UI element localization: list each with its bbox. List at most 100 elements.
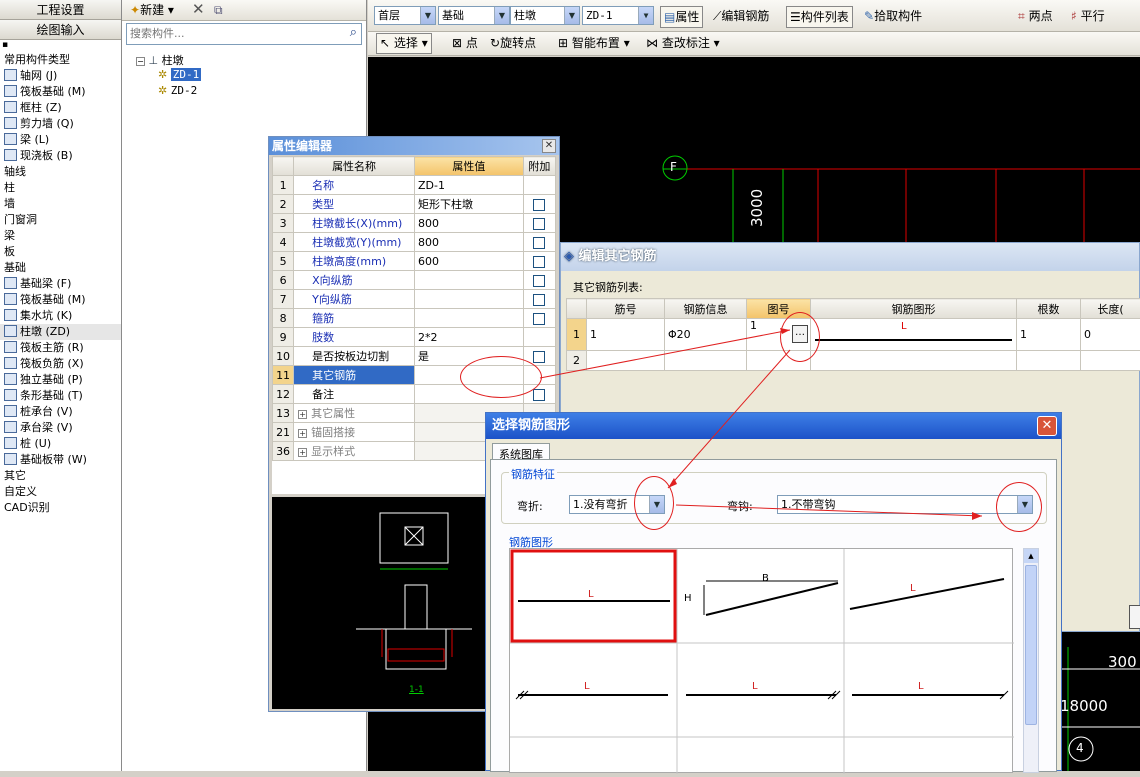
shape-option-3[interactable]	[846, 551, 1012, 641]
nav-item-pier[interactable]: 柱墩 (ZD)	[0, 324, 121, 340]
table-row[interactable]: 2类型矩形下柱墩	[273, 195, 556, 214]
nav-group-custom[interactable]: 自定义	[0, 484, 121, 500]
library-panel: 钢筋特征 弯折: 1.没有弯折▼ 弯钩: 1.不带弯钩▼ 钢筋图形	[490, 459, 1057, 772]
search-input[interactable]	[127, 24, 337, 43]
shape-scrollbar[interactable]: ▲	[1023, 548, 1039, 773]
type-select[interactable]: 柱墩▼	[510, 6, 580, 25]
point-button[interactable]: ⊠ 点	[452, 33, 478, 53]
nav-item-cap-beam[interactable]: 承台梁 (V)	[0, 420, 121, 436]
table-row[interactable]: 5柱墩高度(mm)600	[273, 252, 556, 271]
scroll-up-icon[interactable]: ▲	[1024, 549, 1038, 563]
grid-icon	[4, 69, 17, 81]
collapse-icon[interactable]: −	[136, 57, 145, 66]
nav-item-strip[interactable]: 条形基础 (T)	[0, 388, 121, 404]
attach-checkbox[interactable]	[533, 294, 545, 306]
parallel-button[interactable]: ♯ 平行	[1071, 6, 1105, 26]
rotate-point-button[interactable]: ↻旋转点	[490, 33, 536, 53]
select-button[interactable]: ↖ 选择 ▾	[376, 33, 432, 54]
expand-icon[interactable]: +	[298, 410, 307, 419]
table-row[interactable]: 4柱墩截宽(Y)(mm)800	[273, 233, 556, 252]
expand-icon[interactable]: +	[298, 429, 307, 438]
nav-group-axis[interactable]: 轴线	[0, 164, 121, 180]
tree-root[interactable]: − ⊥ 柱墩	[136, 52, 201, 68]
annotation-ellipse	[634, 476, 674, 530]
nav-item-shear-wall[interactable]: 剪力墙 (Q)	[0, 116, 121, 132]
nav-item-isolated[interactable]: 独立基础 (P)	[0, 372, 121, 388]
nav-item-slab[interactable]: 现浇板 (B)	[0, 148, 121, 164]
attach-checkbox[interactable]	[533, 389, 545, 401]
close-icon[interactable]: ✕	[542, 139, 556, 153]
nav-group-opening[interactable]: 门窗洞	[0, 212, 121, 228]
table-row[interactable]: 7Y向纵筋	[273, 290, 556, 309]
pick-component-button[interactable]: ✎拾取构件	[864, 6, 922, 26]
attach-checkbox[interactable]	[533, 237, 545, 249]
floor-select[interactable]: 首层▼	[374, 6, 436, 25]
shape-option-2[interactable]	[679, 551, 842, 641]
nav-group-cad[interactable]: CAD识别	[0, 500, 121, 516]
table-row[interactable]: 1名称ZD-1	[273, 176, 556, 195]
delete-icon[interactable]: ✕	[192, 0, 205, 19]
properties-button[interactable]: ▤属性	[660, 6, 703, 28]
nav-item-raft[interactable]: 筏板基础 (M)	[0, 84, 121, 100]
nav-item-found-beam[interactable]: 基础梁 (F)	[0, 276, 121, 292]
nav-item-pile-cap[interactable]: 桩承台 (V)	[0, 404, 121, 420]
shape-label: L	[752, 681, 758, 692]
nav-group-wall[interactable]: 墙	[0, 196, 121, 212]
table-row[interactable]: 6X向纵筋	[273, 271, 556, 290]
table-row[interactable]: 3柱墩截长(X)(mm)800	[273, 214, 556, 233]
expand-icon[interactable]: +	[298, 448, 307, 457]
nav-item-sump[interactable]: 集水坑 (K)	[0, 308, 121, 324]
scroll-thumb[interactable]	[1025, 565, 1037, 725]
nav-group-column[interactable]: 柱	[0, 180, 121, 196]
two-point-button[interactable]: ⌗ 两点	[1018, 6, 1053, 26]
nav-item-axis-grid[interactable]: 轴网 (J)	[0, 68, 121, 84]
table-row[interactable]: 11Φ201…L10	[567, 319, 1140, 351]
tree-item-zd1[interactable]: ✲ ZD-1	[136, 68, 201, 84]
shape-grid: L B H L L L L	[509, 548, 1013, 773]
attach-checkbox[interactable]	[533, 218, 545, 230]
component-list-button[interactable]: ☰构件列表	[786, 6, 853, 28]
close-icon[interactable]: ✕	[1037, 416, 1057, 436]
axis-label-4: 4	[1076, 741, 1084, 755]
nav-item-raft-main[interactable]: 筏板主筋 (R)	[0, 340, 121, 356]
new-button[interactable]: ✦新建 ▾	[130, 0, 174, 20]
copy-icon[interactable]: ⧉	[214, 0, 223, 20]
nav-item-pile[interactable]: 桩 (U)	[0, 436, 121, 452]
item-select[interactable]: ZD-1▼	[582, 6, 654, 25]
nav-item-beam[interactable]: 梁 (L)	[0, 132, 121, 148]
cap-beam-icon	[4, 421, 17, 433]
attach-checkbox[interactable]	[533, 275, 545, 287]
edit-rebar-button[interactable]: ⟋编辑钢筋	[713, 6, 769, 26]
smart-layout-button[interactable]: ⊞ 智能布置 ▾	[558, 33, 630, 53]
nav-group-foundation[interactable]: 基础	[0, 260, 121, 276]
nav-group-slab[interactable]: 板	[0, 244, 121, 260]
tree-item-zd2[interactable]: ✲ ZD-2	[136, 84, 201, 100]
nav-item-raft-2[interactable]: 筏板基础 (M)	[0, 292, 121, 308]
project-settings-button[interactable]: 工程设置	[0, 0, 121, 20]
nav-item-raft-neg[interactable]: 筏板负筋 (X)	[0, 356, 121, 372]
attach-checkbox[interactable]	[533, 256, 545, 268]
ok-button-edge[interactable]	[1129, 605, 1140, 629]
common-types-header[interactable]: 常用构件类型	[0, 52, 121, 68]
table-row[interactable]: 2	[567, 351, 1140, 371]
shape-option-1[interactable]	[512, 551, 675, 641]
nav-item-slab-strip[interactable]: 基础板带 (W)	[0, 452, 121, 468]
cursor-icon: ↖	[380, 36, 390, 50]
modify-label-button[interactable]: ⋈ 查改标注 ▾	[646, 33, 720, 53]
collapse-bar[interactable]: ▪	[0, 40, 121, 52]
nav-group-other[interactable]: 其它	[0, 468, 121, 484]
nav-group-beam[interactable]: 梁	[0, 228, 121, 244]
wall-icon	[4, 117, 17, 129]
tree-view: − ⊥ 柱墩 ✲ ZD-1 ✲ ZD-2	[136, 52, 201, 100]
nav-item-column[interactable]: 框柱 (Z)	[0, 100, 121, 116]
drawing-input-button[interactable]: 绘图输入	[0, 20, 121, 40]
category-select[interactable]: 基础▼	[438, 6, 510, 25]
attach-checkbox[interactable]	[533, 313, 545, 325]
table-row[interactable]: 9肢数2*2	[273, 328, 556, 347]
search-icon[interactable]: ⌕	[350, 25, 357, 40]
attach-checkbox[interactable]	[533, 351, 545, 363]
hook-select[interactable]: 1.不带弯钩▼	[777, 495, 1033, 514]
gear-icon: ✲	[158, 84, 167, 97]
attach-checkbox[interactable]	[533, 199, 545, 211]
table-row[interactable]: 8箍筋	[273, 309, 556, 328]
